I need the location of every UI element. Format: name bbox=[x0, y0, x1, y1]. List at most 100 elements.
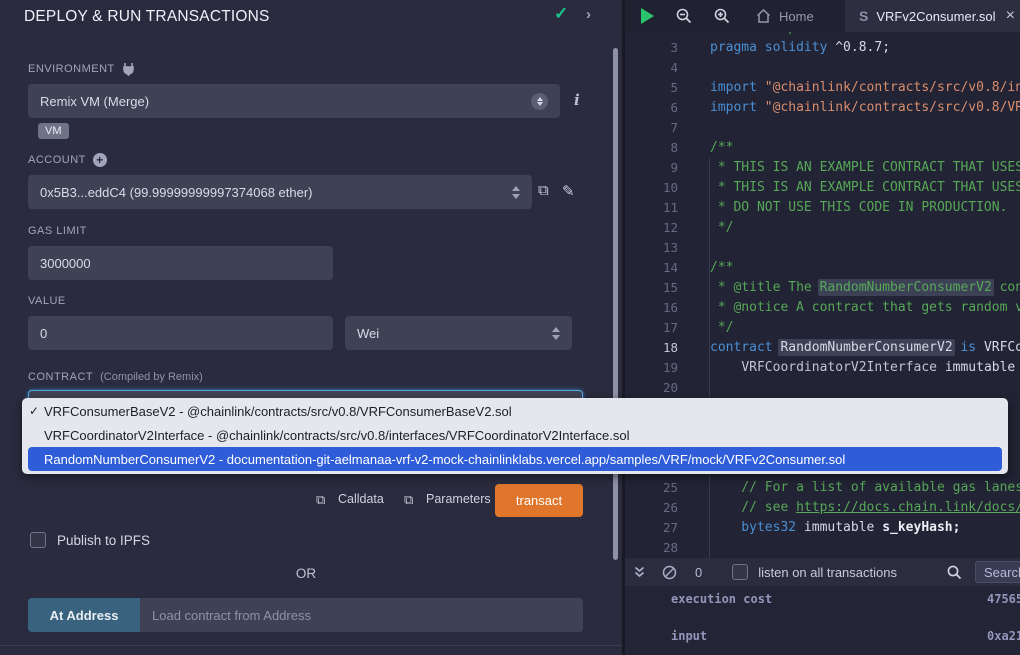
close-tab-icon[interactable]: × bbox=[1006, 7, 1015, 25]
terminal-output: execution cost47565 gas⧉input0xa21...a23… bbox=[625, 586, 1020, 655]
expand-terminal-icon[interactable] bbox=[633, 565, 646, 579]
account-select[interactable]: 0x5B3...eddC4 (99.99999999997374068 ethe… bbox=[28, 175, 532, 209]
line-number: 9 bbox=[625, 158, 693, 178]
or-separator: OR bbox=[0, 566, 612, 581]
code-line[interactable]: 14/** bbox=[625, 258, 1020, 278]
terminal-bar: 0 listen on all transactions Search bbox=[625, 558, 1020, 586]
copy-calldata-icon[interactable]: ⧉ bbox=[316, 492, 325, 508]
transaction-count: 0 bbox=[695, 565, 702, 580]
gas-limit-input[interactable]: 3000000 bbox=[28, 246, 333, 280]
calldata-label: Calldata bbox=[338, 492, 384, 506]
gas-limit-label: GAS LIMIT bbox=[28, 225, 87, 237]
code-line[interactable]: 28 bbox=[625, 538, 1020, 558]
environment-label: ENVIRONMENT bbox=[28, 62, 135, 76]
account-label: ACCOUNT + bbox=[28, 153, 107, 167]
code-line[interactable]: 13 bbox=[625, 238, 1020, 258]
select-arrows-icon bbox=[512, 186, 520, 199]
code-line[interactable]: 4 bbox=[625, 58, 1020, 78]
line-number: 27 bbox=[625, 518, 693, 538]
copy-account-icon[interactable]: ⧉ bbox=[538, 182, 549, 199]
run-script-play-icon[interactable] bbox=[641, 8, 654, 24]
code-line[interactable]: 16 * @notice A contract that gets random… bbox=[625, 298, 1020, 318]
zoom-in-icon[interactable] bbox=[714, 8, 730, 24]
code-line[interactable]: 3pragma solidity ^0.8.7; bbox=[625, 38, 1020, 58]
code-line[interactable]: 27 bytes32 immutable s_keyHash; bbox=[625, 518, 1020, 538]
line-number: 14 bbox=[625, 258, 693, 278]
line-number: 8 bbox=[625, 138, 693, 158]
tab-home[interactable]: Home bbox=[756, 9, 814, 24]
code-line[interactable]: 18contract RandomNumberConsumerV2 is VRF… bbox=[625, 338, 1020, 358]
code-line[interactable]: 7 bbox=[625, 118, 1020, 138]
sign-message-icon[interactable]: ✎ bbox=[562, 182, 575, 200]
listen-transactions-label: listen on all transactions bbox=[758, 565, 897, 580]
environment-select[interactable]: Remix VM (Merge) bbox=[28, 84, 560, 118]
value-input[interactable]: 0 bbox=[28, 316, 333, 350]
publish-ipfs-checkbox[interactable] bbox=[30, 532, 46, 548]
terminal-row: input0xa21...a23e4 bbox=[671, 629, 1020, 643]
value-label: VALUE bbox=[28, 295, 66, 307]
line-number: 10 bbox=[625, 178, 693, 198]
line-number: 26 bbox=[625, 498, 693, 518]
solidity-file-icon: S bbox=[859, 8, 868, 24]
line-number: 17 bbox=[625, 318, 693, 338]
editor-tabbar: Home S VRFv2Consumer.sol × bbox=[625, 0, 1020, 32]
code-line[interactable]: 11 * DO NOT USE THIS CODE IN PRODUCTION. bbox=[625, 198, 1020, 218]
parameters-label: Parameters bbox=[426, 492, 491, 506]
plug-icon bbox=[122, 62, 135, 76]
line-number: 12 bbox=[625, 218, 693, 238]
panel-divider bbox=[0, 645, 622, 646]
code-line[interactable]: 8/** bbox=[625, 138, 1020, 158]
terminal-key: execution cost bbox=[671, 592, 772, 606]
line-number: 6 bbox=[625, 98, 693, 118]
collapse-panel-chevron-icon[interactable]: › bbox=[586, 6, 591, 23]
transact-button[interactable]: transact bbox=[495, 484, 583, 517]
at-address-input[interactable]: Load contract from Address bbox=[140, 598, 583, 632]
line-number: 4 bbox=[625, 58, 693, 78]
select-arrows-icon bbox=[531, 93, 548, 110]
contract-option[interactable]: VRFCoordinatorV2Interface - @chainlink/c… bbox=[22, 423, 1008, 447]
deploy-run-panel: DEPLOY & RUN TRANSACTIONS ✓ › ENVIRONMEN… bbox=[0, 0, 622, 655]
line-number: 16 bbox=[625, 298, 693, 318]
code-line[interactable]: 12 */ bbox=[625, 218, 1020, 238]
code-line[interactable]: 25 // For a list of available gas lanes … bbox=[625, 478, 1020, 498]
code-line[interactable]: 20 bbox=[625, 378, 1020, 398]
clear-console-icon[interactable] bbox=[662, 565, 677, 580]
select-arrows-icon bbox=[552, 327, 560, 340]
listen-transactions-checkbox[interactable] bbox=[732, 564, 748, 580]
contract-option[interactable]: ✓VRFConsumerBaseV2 - @chainlink/contract… bbox=[22, 399, 1008, 423]
line-number: 25 bbox=[625, 478, 693, 498]
code-line[interactable]: 19 VRFCoordinatorV2Interface immutable C… bbox=[625, 358, 1020, 378]
tab-vrfv2consumer[interactable]: S VRFv2Consumer.sol × bbox=[845, 0, 1020, 32]
remix-ide-window: DEPLOY & RUN TRANSACTIONS ✓ › ENVIRONMEN… bbox=[0, 0, 1020, 655]
editor-pane: 2// An example of a consumer contract th… bbox=[622, 0, 1020, 655]
code-line[interactable]: 26 // see https://docs.chain.link/docs/v… bbox=[625, 498, 1020, 518]
panel-scrollbar[interactable] bbox=[613, 48, 618, 560]
add-account-icon[interactable]: + bbox=[93, 153, 107, 167]
copy-parameters-icon[interactable]: ⧉ bbox=[404, 492, 413, 508]
terminal-row: execution cost47565 gas⧉ bbox=[671, 592, 1020, 606]
at-address-button[interactable]: At Address bbox=[28, 598, 140, 632]
contract-label: CONTRACT (Compiled by Remix) bbox=[28, 371, 203, 383]
code-line[interactable]: 5import "@chainlink/contracts/src/v0.8/i… bbox=[625, 78, 1020, 98]
value-unit-select[interactable]: Wei bbox=[345, 316, 572, 350]
zoom-out-icon[interactable] bbox=[676, 8, 692, 24]
vm-badge: VM bbox=[38, 123, 69, 139]
line-number: 7 bbox=[625, 118, 693, 138]
environment-info-icon[interactable]: i bbox=[574, 91, 580, 109]
terminal-value: 47565 gas bbox=[987, 592, 1020, 606]
home-icon bbox=[756, 9, 771, 23]
code-editor[interactable]: 2// An example of a consumer contract th… bbox=[625, 32, 1020, 558]
search-icon bbox=[947, 565, 962, 580]
line-number: 5 bbox=[625, 78, 693, 98]
contract-option[interactable]: RandomNumberConsumerV2 - documentation-g… bbox=[28, 447, 1002, 471]
code-line[interactable]: 9 * THIS IS AN EXAMPLE CONTRACT THAT USE… bbox=[625, 158, 1020, 178]
code-line[interactable]: 10 * THIS IS AN EXAMPLE CONTRACT THAT US… bbox=[625, 178, 1020, 198]
line-number: 3 bbox=[625, 38, 693, 58]
terminal-search-input[interactable]: Search bbox=[975, 561, 1020, 583]
code-line[interactable]: 15 * @title The RandomNumberConsumerV2 c… bbox=[625, 278, 1020, 298]
publish-ipfs-label: Publish to IPFS bbox=[57, 533, 150, 548]
line-number: 15 bbox=[625, 278, 693, 298]
code-line[interactable]: 17 */ bbox=[625, 318, 1020, 338]
code-line[interactable]: 6import "@chainlink/contracts/src/v0.8/V… bbox=[625, 98, 1020, 118]
selected-check-icon: ✓ bbox=[29, 404, 39, 418]
